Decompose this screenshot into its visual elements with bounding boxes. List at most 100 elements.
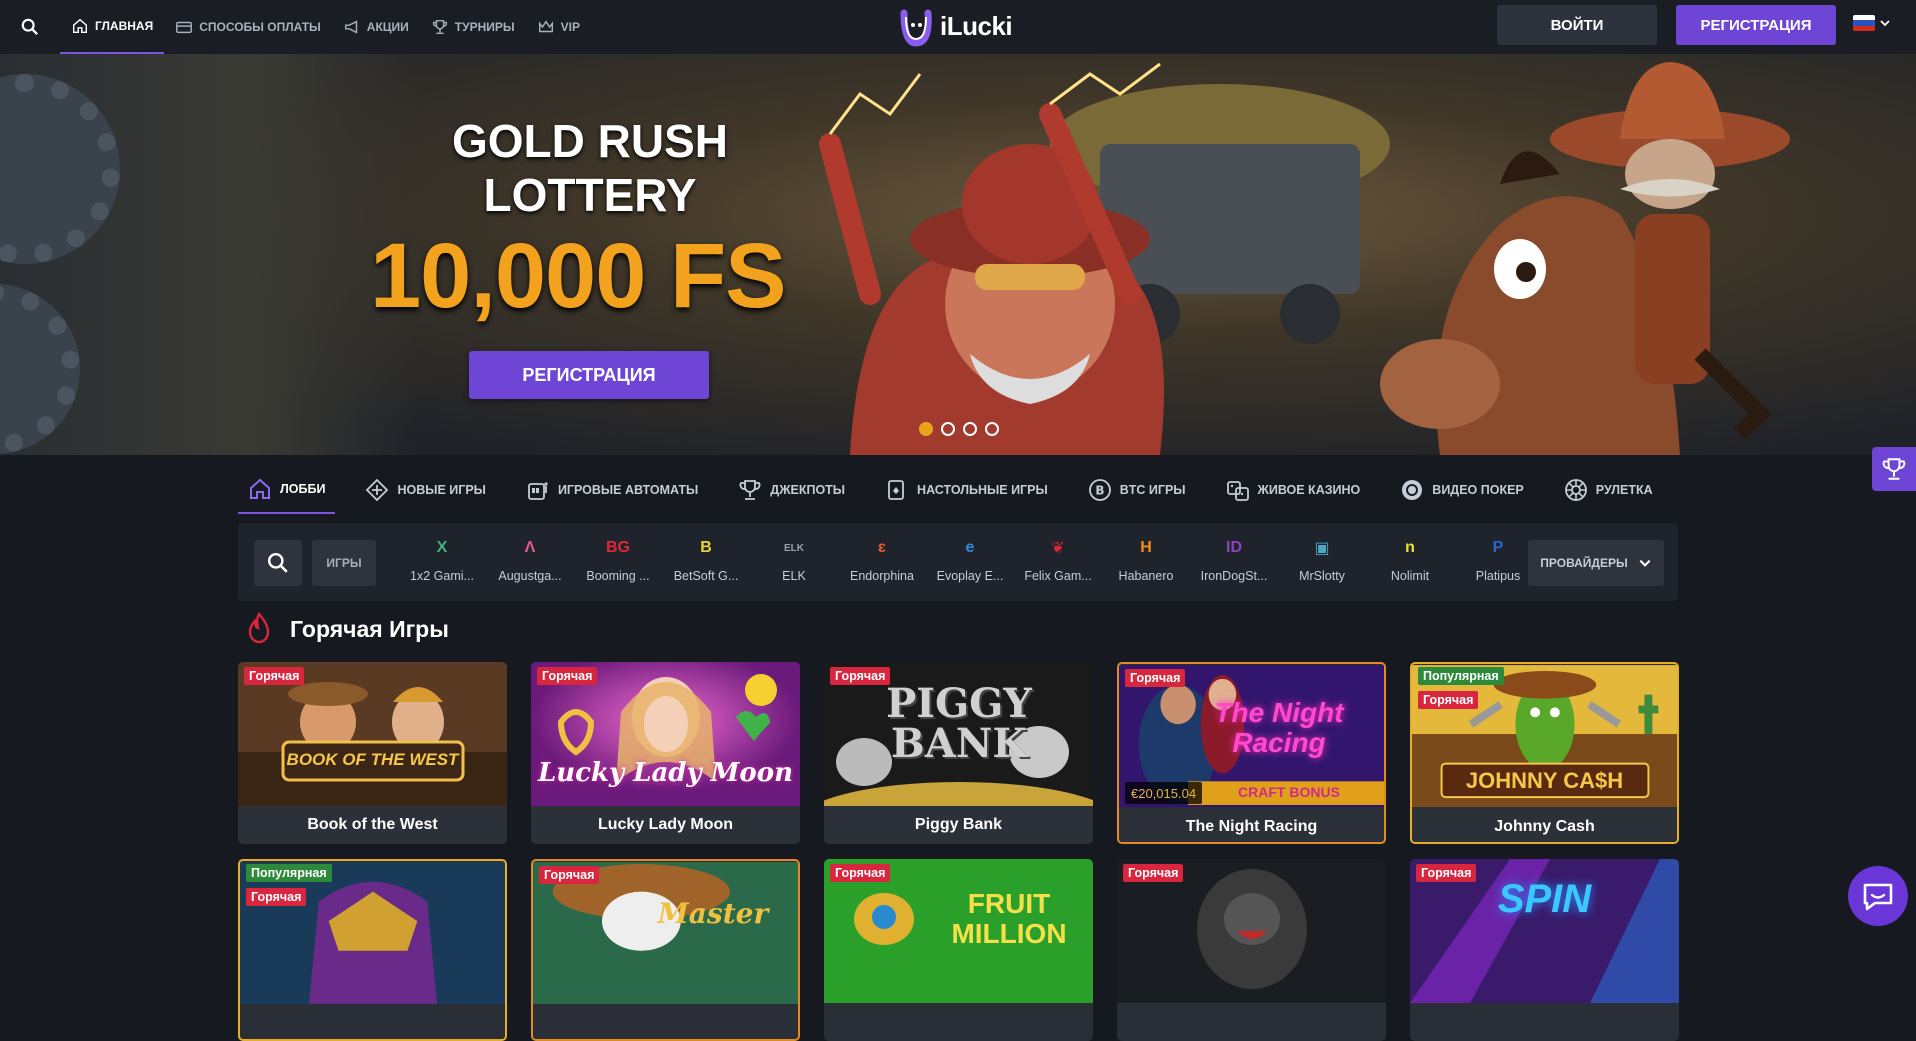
provider-item[interactable]: H Habanero [1102,533,1190,583]
provider-logo-icon: H [1140,539,1152,556]
game-thumbnail-text: SPIN [1497,877,1592,921]
chip-icon [1402,480,1423,500]
slider-dot[interactable] [919,422,933,436]
provider-item[interactable]: ❦ Felix Gam... [1014,533,1102,583]
jackpot-amount: €20,015.04 [1125,782,1203,804]
russia-flag-icon [1853,15,1875,31]
game-card[interactable]: PIGGY BANK Горячая Piggy Bank [824,662,1093,844]
hero-amount: 10,000 FS [370,225,787,327]
tab-table-games[interactable]: НАСТОЛЬНЫЕ ИГРЫ [875,466,1058,514]
tournaments-side-button[interactable] [1872,447,1916,491]
provider-logo-icon: BG [606,539,630,556]
provider-item[interactable]: e Evoplay E... [926,533,1014,583]
nav-label: ТУРНИРЫ [454,20,515,34]
hot-badge: Горячая [244,667,305,685]
trophy-icon [432,19,447,35]
provider-name: Augustga... [498,569,562,583]
nav-label: АКЦИИ [366,20,409,34]
game-thumbnail-text: FRUIT MILLION [951,888,1067,949]
game-card[interactable]: JOHNNY CA$H Популярная Горячая Johnny Ca… [1410,662,1679,844]
live-chat-button[interactable] [1848,866,1908,926]
provider-logo-icon: ▣ [1314,540,1330,557]
game-card[interactable]: Lucky Lady Moon Горячая Lucky Lady Moon [531,662,800,844]
chevron-down-icon [1639,559,1651,567]
hot-badge: Горячая [539,866,600,884]
provider-name: Habanero [1118,569,1174,583]
game-card[interactable]: Master Горячая [531,859,800,1041]
provider-item[interactable]: n Nolimit [1366,533,1454,583]
game-card[interactable]: The Night Racing CRAFT BONUS €20,015.04 … [1117,662,1386,844]
nav-promotions[interactable]: АКЦИИ [332,0,420,54]
hot-badge: Горячая [1418,691,1479,709]
game-title: Lucky Lady Moon [531,806,800,844]
provider-item[interactable]: ELK ELK [750,533,838,584]
tab-live-casino[interactable]: ЖИВОЕ КАЗИНО [1216,466,1371,514]
provider-item[interactable]: ID IronDogSt... [1190,533,1278,583]
provider-logo-icon: e [965,539,975,556]
provider-item[interactable]: BG Booming ... [574,533,662,583]
provider-logo-icon: Λ [524,539,536,556]
tab-label: НОВЫЕ ИГРЫ [397,483,486,497]
tab-label: ВИДЕО ПОКЕР [1432,483,1524,497]
slider-dots [919,422,999,436]
provider-item[interactable]: ɛ Endorphina [838,533,926,583]
hero-register-button[interactable]: РЕГИСТРАЦИЯ [469,351,709,399]
tab-slots[interactable]: ИГРОВЫЕ АВТОМАТЫ [516,466,708,514]
register-button[interactable]: РЕГИСТРАЦИЯ [1676,5,1836,45]
hot-badge: Горячая [1416,864,1477,882]
tab-roulette[interactable]: РУЛЕТКА [1554,466,1663,514]
providers-dropdown[interactable]: ПРОВАЙДЕРЫ [1528,540,1664,586]
nav-tournaments[interactable]: ТУРНИРЫ [420,0,526,54]
provider-item[interactable]: X 1x2 Gami... [398,533,486,583]
game-card[interactable]: FRUIT MILLION Горячая [824,859,1093,1041]
home-icon [250,478,270,499]
logo-horseshoe-icon [900,9,932,47]
provider-logo-icon: ELK [784,542,804,554]
slot-machine-icon [528,482,548,500]
provider-logo-icon: ID [1226,539,1242,556]
slider-dot[interactable] [963,422,977,436]
games-filter-button[interactable]: ИГРЫ [312,540,376,586]
bitcoin-icon: B [1088,479,1111,501]
tab-jackpots[interactable]: ДЖЕКПОТЫ [728,466,855,514]
slider-dot[interactable] [985,422,999,436]
provider-name: 1x2 Gami... [410,569,474,583]
tab-label: НАСТОЛЬНЫЕ ИГРЫ [917,483,1048,497]
provider-item[interactable]: B BetSoft G... [662,533,750,583]
game-card[interactable]: SPIN Горячая [1410,859,1679,1041]
roulette-icon [1564,479,1587,501]
tab-btc-games[interactable]: B BTC ИГРЫ [1078,466,1196,514]
game-thumbnail-text: BOOK OF THE WEST [286,750,459,769]
site-logo[interactable]: iLucki [896,3,1013,49]
flame-icon [248,612,270,644]
trophy-icon [1882,458,1906,480]
nav-label: СПОСОБЫ ОПЛАТЫ [199,20,321,34]
hot-badge: Горячая [1123,864,1184,882]
language-selector[interactable] [1853,15,1891,31]
nav-label: VIP [560,20,580,34]
login-button[interactable]: ВОЙТИ [1497,5,1657,45]
tab-new-games[interactable]: НОВЫЕ ИГРЫ [355,466,495,514]
game-card[interactable]: Популярная Горячая [238,859,507,1041]
game-search-button[interactable] [254,540,302,586]
slider-dot[interactable] [941,422,955,436]
game-card[interactable]: Горячая [1117,859,1386,1041]
provider-name: Evoplay E... [936,569,1004,583]
main-nav: ГЛАВНАЯ СПОСОБЫ ОПЛАТЫ АКЦИИ ТУРНИРЫ VIP [60,0,591,54]
provider-item[interactable]: ▣ MrSlotty [1278,533,1366,583]
game-bonus-text: CRAFT BONUS [1238,784,1340,800]
tab-video-poker[interactable]: ВИДЕО ПОКЕР [1390,466,1533,514]
provider-name: MrSlotty [1299,569,1345,583]
hot-badge: Горячая [1125,669,1186,687]
search-button[interactable] [0,0,60,54]
hero-banner[interactable]: GOLD RUSH LOTTERY 10,000 FS РЕГИСТРАЦИЯ [0,54,1916,455]
provider-logo-icon: B [700,539,712,556]
nav-payment-methods[interactable]: СПОСОБЫ ОПЛАТЫ [164,0,332,54]
nav-vip[interactable]: VIP [526,0,591,54]
game-card[interactable]: BOOK OF THE WEST Горячая Book of the Wes… [238,662,507,844]
game-thumbnail-text: Lucky Lady Moon [537,758,794,788]
tab-lobby[interactable]: ЛОББИ [238,466,336,514]
provider-item[interactable]: Λ Augustga... [486,533,574,583]
nav-home[interactable]: ГЛАВНАЯ [60,0,165,54]
game-title: Book of the West [238,806,507,844]
